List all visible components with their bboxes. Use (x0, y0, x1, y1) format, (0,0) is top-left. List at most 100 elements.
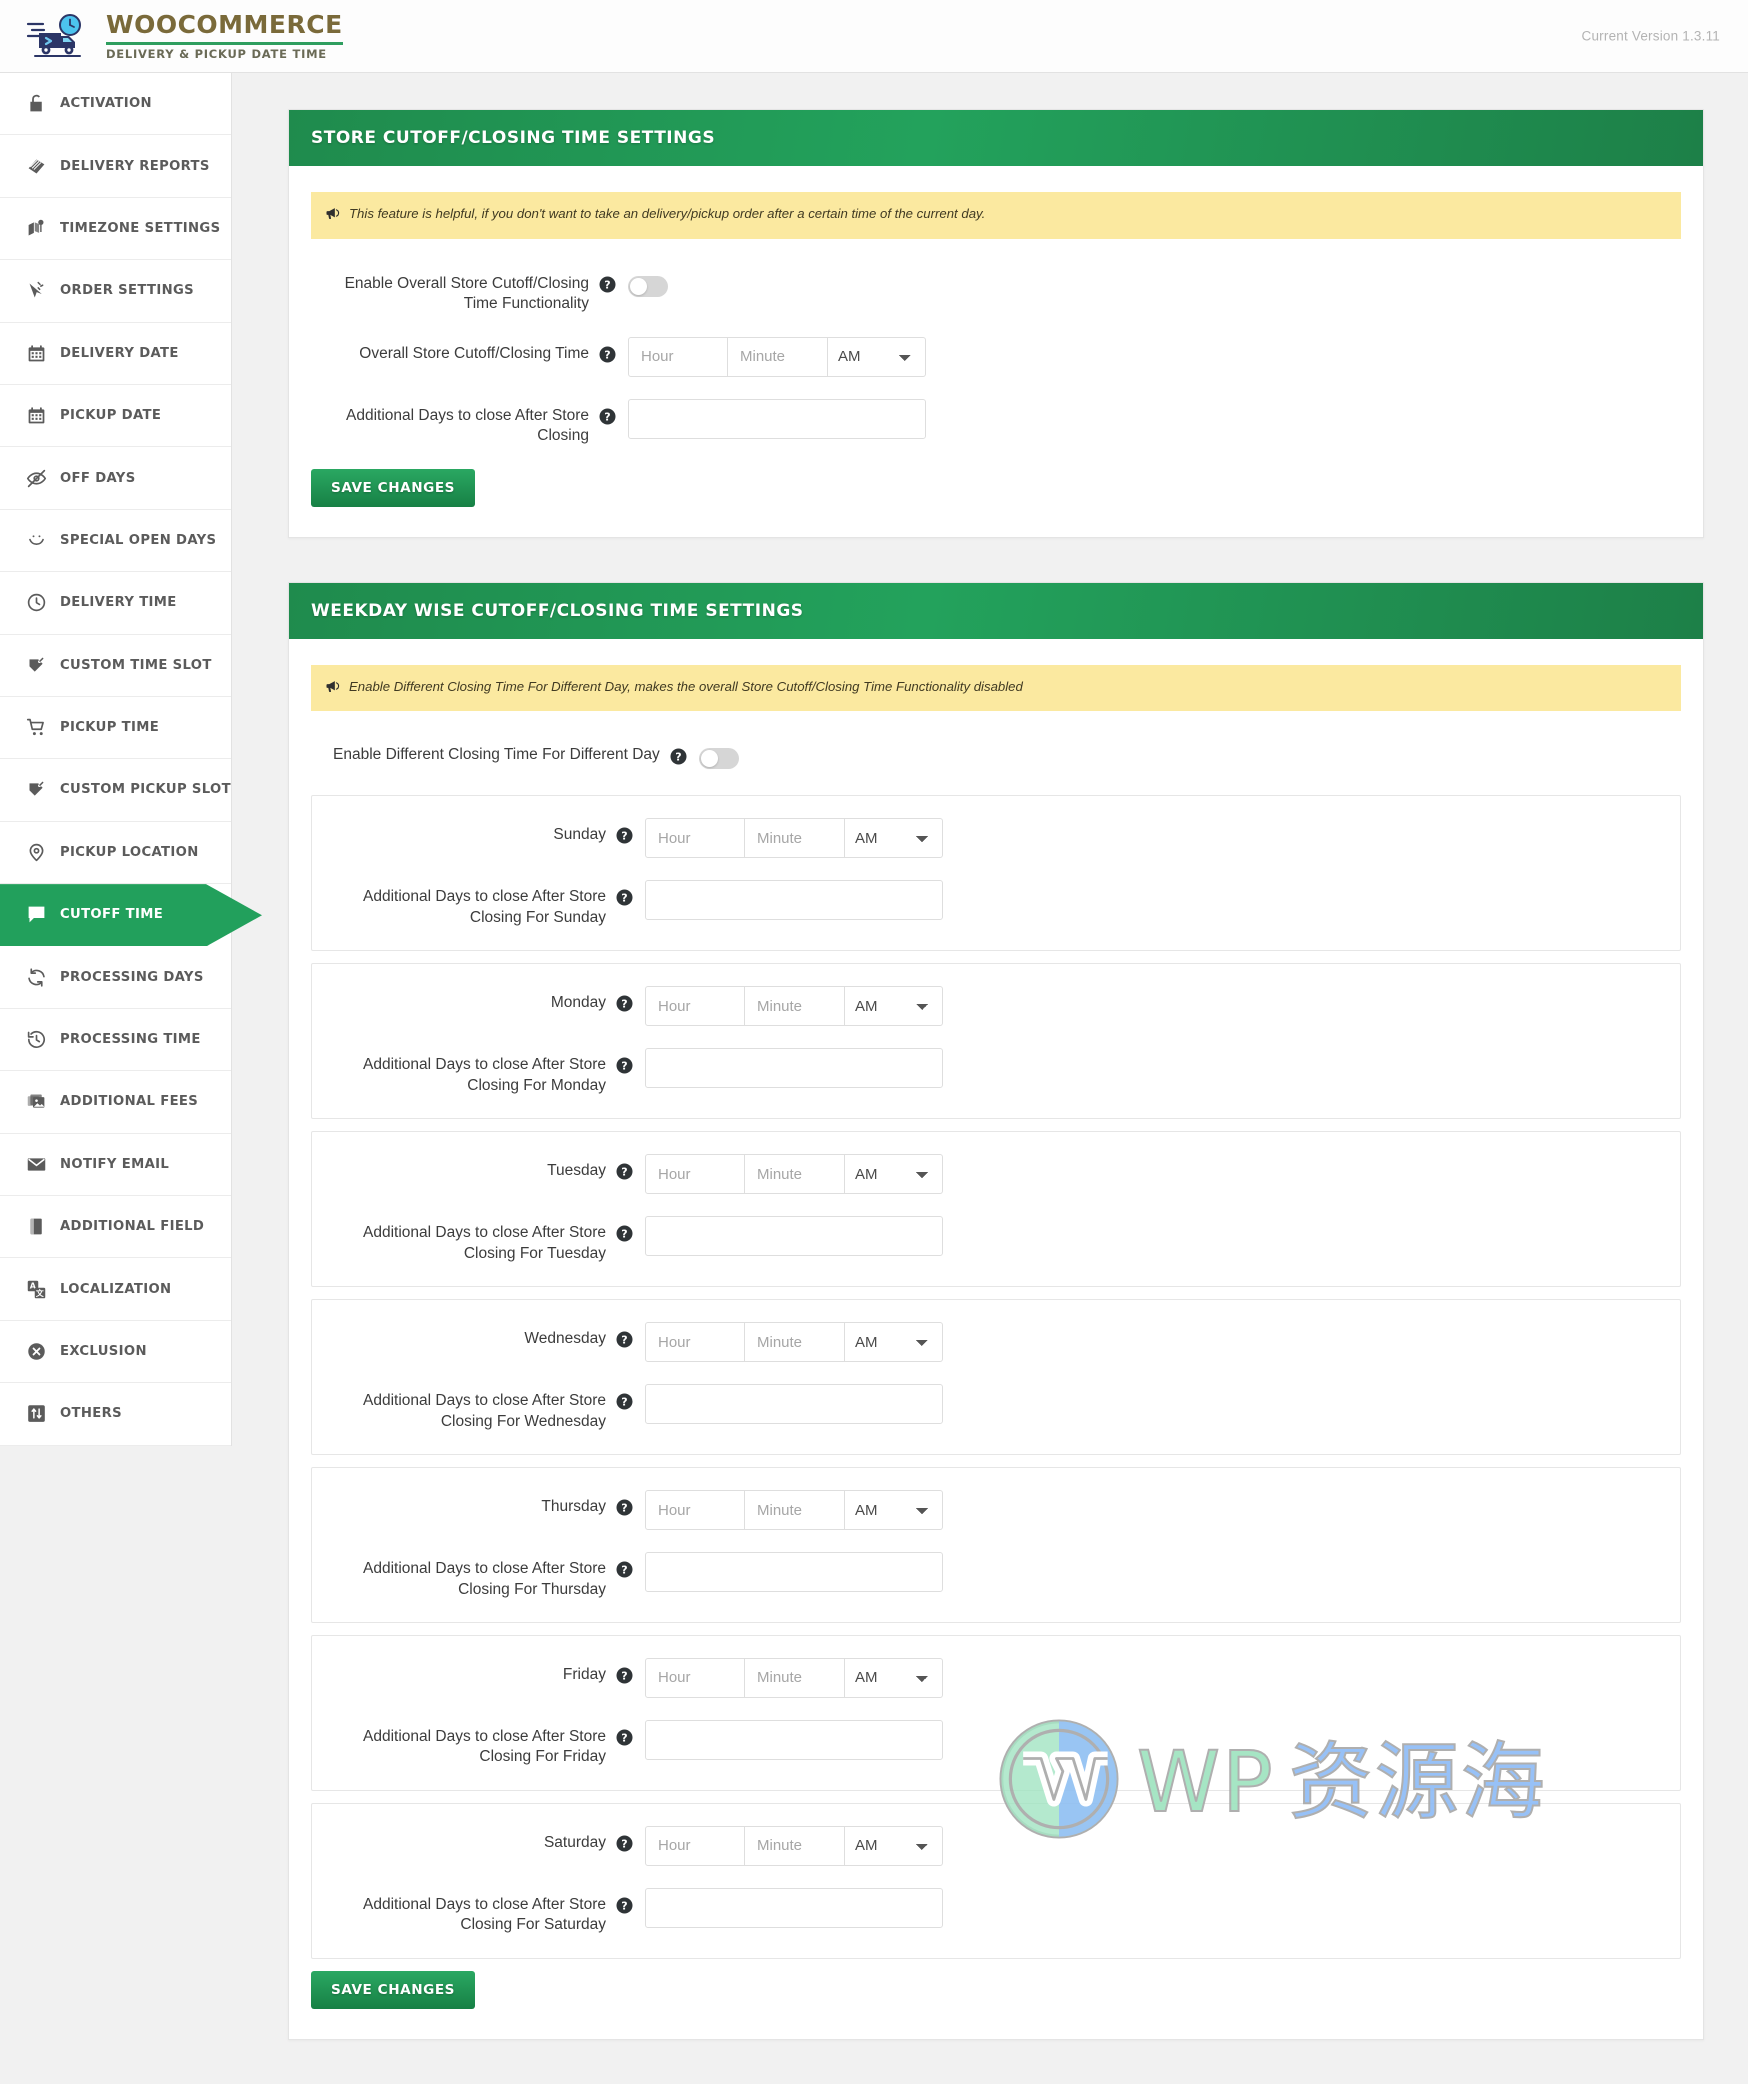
sunday-meridiem-select[interactable]: AMPM (845, 818, 943, 858)
store-cutoff-hour-input[interactable] (628, 337, 728, 377)
sidebar-item-exclusion[interactable]: EXCLUSION (0, 1321, 231, 1383)
friday-label: Friday (334, 1658, 606, 1685)
enable-weekday-cutoff-toggle[interactable] (699, 748, 739, 769)
friday-meridiem-select[interactable]: AMPM (845, 1658, 943, 1698)
sidebar-item-label: TIMEZONE SETTINGS (60, 221, 220, 236)
help-icon[interactable]: ? (616, 1729, 633, 1746)
sidebar-item-others[interactable]: OTHERS (0, 1383, 231, 1445)
help-icon[interactable]: ? (616, 1561, 633, 1578)
sunday-additional-days-input[interactable] (645, 880, 943, 920)
sunday-hour-input[interactable] (645, 818, 745, 858)
store-additional-days-input[interactable] (628, 399, 926, 439)
help-icon[interactable]: ? (616, 1225, 633, 1242)
wednesday-hour-input[interactable] (645, 1322, 745, 1362)
sidebar-item-additional-field[interactable]: ADDITIONAL FIELD (0, 1196, 231, 1258)
sunday-minute-input[interactable] (745, 818, 845, 858)
tuesday-hour-input[interactable] (645, 1154, 745, 1194)
friday-additional-days-label: Additional Days to close After Store Clo… (334, 1720, 606, 1768)
store-save-changes-button[interactable]: SAVE CHANGES (311, 469, 475, 507)
wednesday-additional-days-input[interactable] (645, 1384, 943, 1424)
thursday-hour-input[interactable] (645, 1490, 745, 1530)
sidebar-item-delivery-reports[interactable]: DELIVERY REPORTS (0, 135, 231, 197)
sidebar-item-custom-time-slot[interactable]: CUSTOM TIME SLOT (0, 635, 231, 697)
saturday-additional-days-input[interactable] (645, 1888, 943, 1928)
store-cutoff-meridiem-select[interactable]: AM PM (828, 337, 926, 377)
tuesday-label: Tuesday (334, 1154, 606, 1181)
sidebar-item-delivery-date[interactable]: DELIVERY DATE (0, 323, 231, 385)
thursday-minute-input[interactable] (745, 1490, 845, 1530)
day-block-tuesday: Tuesday?AMPMAdditional Days to close Aft… (311, 1131, 1681, 1287)
sidebar-item-label: ADDITIONAL FEES (60, 1094, 198, 1109)
enable-store-cutoff-toggle[interactable] (628, 276, 668, 297)
svg-text:?: ? (675, 751, 681, 764)
monday-additional-days-input[interactable] (645, 1048, 943, 1088)
monday-minute-input[interactable] (745, 986, 845, 1026)
sidebar-item-label: PICKUP DATE (60, 408, 161, 423)
sidebar-item-cutoff-time[interactable]: CUTOFF TIME (0, 884, 262, 946)
help-icon[interactable]: ? (616, 827, 633, 844)
sidebar-item-label: PROCESSING DAYS (60, 970, 204, 985)
sidebar-item-notify-email[interactable]: NOTIFY EMAIL (0, 1134, 231, 1196)
help-icon[interactable]: ? (616, 1393, 633, 1410)
sidebar-item-localization[interactable]: A文LOCALIZATION (0, 1258, 231, 1320)
svg-text:?: ? (621, 1228, 627, 1241)
sidebar-item-custom-pickup-slot[interactable]: CUSTOM PICKUP SLOT (0, 759, 231, 821)
tuesday-minute-input[interactable] (745, 1154, 845, 1194)
tuesday-time-row: Tuesday? AMPM (334, 1154, 1658, 1194)
weekday-save-changes-button[interactable]: SAVE CHANGES (311, 1971, 475, 2009)
thursday-meridiem-select[interactable]: AMPM (845, 1490, 943, 1530)
help-icon[interactable]: ? (616, 1331, 633, 1348)
help-icon[interactable]: ? (616, 1835, 633, 1852)
svg-text:?: ? (621, 1731, 627, 1744)
svg-text:?: ? (621, 1501, 627, 1514)
map-pin-icon (26, 218, 47, 239)
sidebar: ACTIVATIONDELIVERY REPORTS TIMEZONE SETTI… (0, 73, 232, 1446)
help-icon[interactable]: ? (616, 889, 633, 906)
cart-icon (26, 717, 47, 738)
friday-minute-input[interactable] (745, 1658, 845, 1698)
sidebar-item-processing-days[interactable]: PROCESSING DAYS (0, 946, 231, 1008)
sunday-label: Sunday (334, 818, 606, 845)
help-icon[interactable]: ? (616, 995, 633, 1012)
sidebar-item-timezone-settings[interactable]: TIMEZONE SETTINGS (0, 198, 231, 260)
sidebar-item-activation[interactable]: ACTIVATION (0, 73, 231, 135)
help-icon[interactable]: ? (616, 1057, 633, 1074)
help-icon[interactable]: ? (616, 1897, 633, 1914)
sidebar-item-delivery-time[interactable]: DELIVERY TIME (0, 572, 231, 634)
tuesday-additional-days-input[interactable] (645, 1216, 943, 1256)
sidebar-item-pickup-date[interactable]: PICKUP DATE (0, 385, 231, 447)
sidebar-item-processing-time[interactable]: PROCESSING TIME (0, 1009, 231, 1071)
monday-hour-input[interactable] (645, 986, 745, 1026)
tuesday-meridiem-select[interactable]: AMPM (845, 1154, 943, 1194)
saturday-minute-input[interactable] (745, 1826, 845, 1866)
thursday-additional-days-input[interactable] (645, 1552, 943, 1592)
store-cutoff-minute-input[interactable] (728, 337, 828, 377)
svg-text:?: ? (621, 830, 627, 843)
help-icon[interactable]: ? (599, 276, 616, 293)
saturday-hour-input[interactable] (645, 1826, 745, 1866)
sunday-additional-days-label: Additional Days to close After Store Clo… (334, 880, 606, 928)
wednesday-meridiem-select[interactable]: AMPM (845, 1322, 943, 1362)
friday-additional-days-input[interactable] (645, 1720, 943, 1760)
day-block-thursday: Thursday?AMPMAdditional Days to close Af… (311, 1467, 1681, 1623)
help-icon[interactable]: ? (616, 1499, 633, 1516)
sidebar-item-off-days[interactable]: OFF DAYS (0, 447, 231, 509)
help-icon[interactable]: ? (670, 748, 687, 765)
help-icon[interactable]: ? (616, 1163, 633, 1180)
sidebar-item-pickup-time[interactable]: PICKUP TIME (0, 697, 231, 759)
brand-divider (106, 42, 343, 45)
help-icon[interactable]: ? (599, 346, 616, 363)
sidebar-item-additional-fees[interactable]: ADDITIONAL FEES (0, 1071, 231, 1133)
sidebar-item-special-open-days[interactable]: SPECIAL OPEN DAYS (0, 510, 231, 572)
wednesday-minute-input[interactable] (745, 1322, 845, 1362)
help-icon[interactable]: ? (599, 408, 616, 425)
friday-hour-input[interactable] (645, 1658, 745, 1698)
sidebar-item-pickup-location[interactable]: PICKUP LOCATION (0, 822, 231, 884)
sidebar-item-order-settings[interactable]: ORDER SETTINGS (0, 260, 231, 322)
saturday-meridiem-select[interactable]: AMPM (845, 1826, 943, 1866)
monday-additional-days-label: Additional Days to close After Store Clo… (334, 1048, 606, 1096)
svg-text:?: ? (621, 1166, 627, 1179)
help-icon[interactable]: ? (616, 1667, 633, 1684)
monday-meridiem-select[interactable]: AMPM (845, 986, 943, 1026)
thursday-label: Thursday (334, 1490, 606, 1517)
